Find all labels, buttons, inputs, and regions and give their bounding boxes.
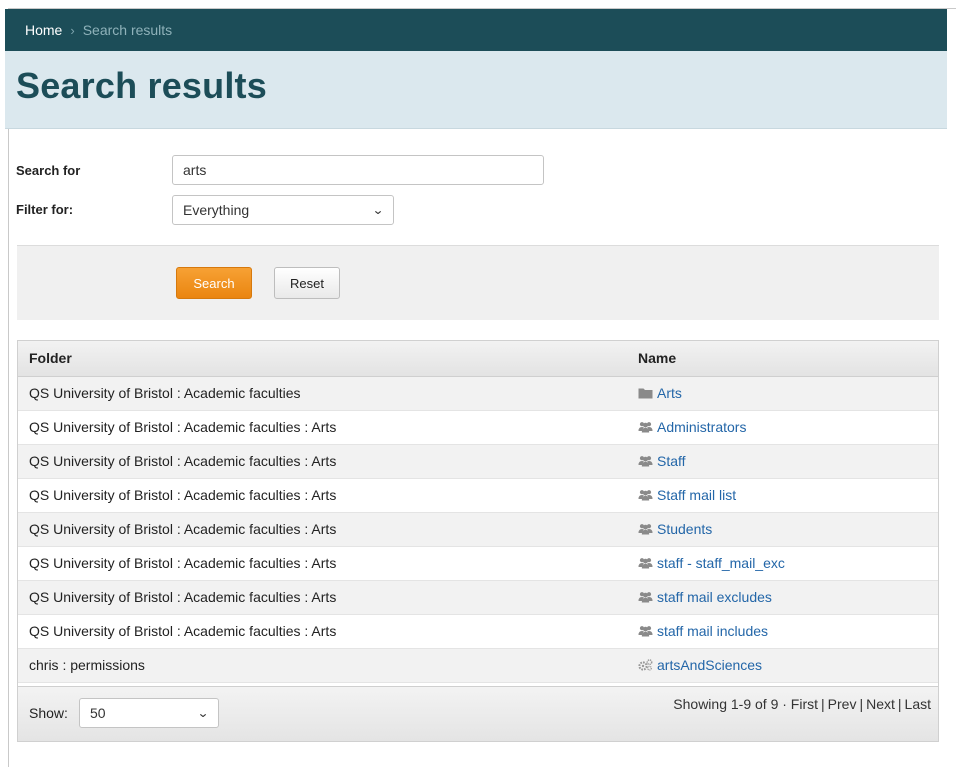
table-row: chris : permissions artsAndSciences (18, 648, 938, 683)
folder-cell: QS University of Bristol : Academic facu… (18, 546, 627, 581)
group-icon (638, 523, 653, 535)
result-name-link[interactable]: Staff mail list (638, 487, 736, 503)
pagination-separator: | (821, 696, 825, 712)
result-name-link[interactable]: Arts (638, 385, 682, 401)
name-cell: staff mail includes (627, 614, 938, 649)
group-icon (638, 489, 653, 501)
folder-cell: QS University of Bristol : Academic facu… (18, 478, 627, 513)
folder-cell: QS University of Bristol : Academic facu… (18, 512, 627, 547)
search-for-label: Search for (16, 163, 81, 178)
results-table: Folder Name QS University of Bristol : A… (17, 340, 939, 742)
breadcrumb-current: Search results (82, 22, 173, 38)
filter-for-label: Filter for: (16, 202, 74, 217)
page-title: Search results (16, 65, 267, 106)
pagination-prev-link[interactable]: Prev (828, 696, 857, 712)
group-icon (638, 455, 653, 467)
gears-icon (638, 658, 653, 671)
pagination-last-link[interactable]: Last (905, 696, 931, 712)
name-cell: Arts (627, 376, 938, 411)
result-name-text: Arts (657, 384, 682, 401)
show-label: Show: (29, 705, 68, 721)
table-row: QS University of Bristol : Academic facu… (18, 512, 938, 547)
result-name-text: artsAndSciences (657, 656, 763, 673)
pagination-separator: | (897, 696, 902, 712)
result-name-link[interactable]: Administrators (638, 419, 746, 435)
button-panel: Search Reset (17, 245, 939, 320)
filter-select[interactable]: Everything ⌄ (172, 195, 394, 225)
breadcrumb-separator-icon: › (70, 22, 75, 38)
result-name-link[interactable]: staff - staff_mail_exc (638, 555, 785, 571)
group-icon (638, 625, 653, 637)
pagination-summary: Showing 1-9 of 9 · (673, 696, 787, 712)
group-icon (638, 421, 653, 433)
name-cell: staff mail excludes (627, 580, 938, 615)
name-cell: Students (627, 512, 938, 547)
search-input[interactable] (172, 155, 544, 185)
table-row: QS University of Bristol : Academic facu… (18, 614, 938, 649)
result-name-text: Staff mail list (657, 486, 737, 503)
result-name-text: staff mail includes (657, 622, 769, 639)
result-name-link[interactable]: Staff (638, 453, 686, 469)
reset-button[interactable]: Reset (274, 267, 340, 299)
name-cell: staff - staff_mail_exc (627, 546, 938, 581)
folder-cell: QS University of Bristol : Academic facu… (18, 580, 627, 615)
table-header-row: Folder Name (18, 341, 938, 377)
page-size-value: 50 (90, 705, 106, 721)
filter-select-value: Everything (183, 202, 250, 218)
breadcrumb-home-link[interactable]: Home (25, 22, 62, 38)
column-header-folder[interactable]: Folder (18, 341, 627, 377)
table-footer: Show: 50 ⌄ Showing 1-9 of 9 · First | Prev… (18, 686, 938, 741)
result-name-link[interactable]: artsAndSciences (638, 657, 762, 673)
chevron-down-icon: ⌄ (196, 706, 210, 720)
page-size-select[interactable]: 50 ⌄ (79, 698, 219, 728)
folder-cell: QS University of Bristol : Academic facu… (18, 376, 627, 411)
group-icon (638, 557, 653, 569)
name-cell: Staff (627, 444, 938, 479)
column-header-name[interactable]: Name (627, 341, 938, 377)
folder-cell: QS University of Bristol : Academic facu… (18, 614, 627, 649)
table-row: QS University of Bristol : Academic facu… (18, 546, 938, 581)
folder-cell: QS University of Bristol : Academic facu… (18, 444, 627, 479)
name-cell: Staff mail list (627, 478, 938, 513)
result-name-text: Students (657, 520, 713, 537)
pagination-next-link[interactable]: Next (866, 696, 895, 712)
chevron-down-icon: ⌄ (371, 203, 385, 217)
pagination: Showing 1-9 of 9 · First | Prev | Next | Last (673, 696, 931, 712)
result-name-link[interactable]: Students (638, 521, 712, 537)
folder-cell: chris : permissions (18, 648, 627, 683)
result-name-text: staff mail excludes (657, 588, 772, 605)
folder-cell: QS University of Bristol : Academic facu… (18, 410, 627, 445)
breadcrumb: Home › Search results (5, 9, 947, 51)
table-row: QS University of Bristol : Academic facu… (18, 376, 938, 411)
folder-icon (638, 387, 653, 399)
page-header: Search results (5, 51, 947, 129)
pagination-separator: | (859, 696, 864, 712)
table-row: QS University of Bristol : Academic facu… (18, 410, 938, 445)
table-row: QS University of Bristol : Academic facu… (18, 478, 938, 513)
pagination-first-link[interactable]: First (791, 696, 818, 712)
result-name-text: staff - staff_mail_exc (657, 554, 785, 571)
search-button[interactable]: Search (176, 267, 252, 299)
result-name-text: Administrators (657, 418, 747, 435)
table-row: QS University of Bristol : Academic facu… (18, 444, 938, 479)
result-name-link[interactable]: staff mail excludes (638, 589, 772, 605)
name-cell: artsAndSciences (627, 648, 938, 683)
result-name-link[interactable]: staff mail includes (638, 623, 768, 639)
table-row: QS University of Bristol : Academic facu… (18, 580, 938, 615)
result-name-text: Staff (657, 452, 686, 469)
name-cell: Administrators (627, 410, 938, 445)
group-icon (638, 591, 653, 603)
